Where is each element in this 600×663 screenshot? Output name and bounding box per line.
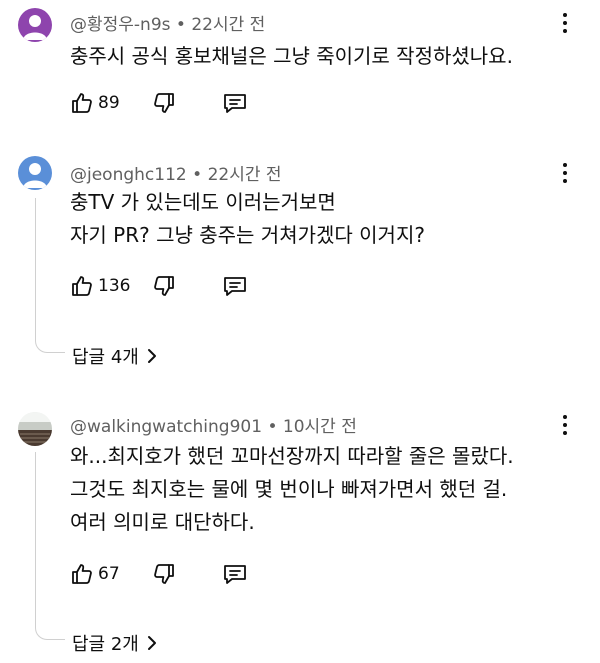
avatar[interactable] — [18, 412, 52, 446]
meta-separator: • — [175, 15, 186, 35]
comment-2: @jeonghc112 • 22시간 전 충TV 가 있는데도 이러는거보면 자… — [0, 150, 600, 385]
more-vertical-icon[interactable] — [558, 159, 572, 187]
comment-time[interactable]: 22시간 전 — [191, 15, 265, 35]
comment-meta: @황정우-n9s • 22시간 전 — [70, 10, 265, 35]
comment-author[interactable]: @황정우-n9s — [70, 15, 171, 35]
reply-button[interactable] — [222, 89, 248, 117]
reply-comment-icon — [224, 565, 246, 584]
like-button[interactable]: 89 — [70, 89, 120, 117]
dislike-button[interactable] — [152, 272, 176, 300]
meta-separator: • — [192, 165, 203, 185]
channel-thumbnail-icon — [18, 412, 52, 446]
comment-text: 충주시 공식 홍보채널은 그냥 죽이기로 작정하셨나요. — [70, 40, 513, 73]
comment-line: 와...최지호가 했던 꼬마선장까지 따라할 줄은 몰랐다. — [70, 444, 514, 468]
reply-comment-icon — [224, 94, 246, 113]
thumbs-up-icon — [72, 564, 92, 584]
comment-time[interactable]: 22시간 전 — [208, 165, 282, 185]
view-replies-button[interactable]: 답글 2개 — [72, 630, 157, 656]
reply-comment-icon — [224, 277, 246, 296]
like-button[interactable]: 67 — [70, 560, 120, 588]
comment-1: @황정우-n9s • 22시간 전 충주시 공식 홍보채널은 그냥 죽이기로 작… — [0, 0, 600, 140]
thumbs-down-icon — [154, 276, 174, 296]
comment-meta: @walkingwatching901 • 10시간 전 — [70, 412, 357, 437]
view-replies-button[interactable]: 답글 4개 — [72, 343, 157, 369]
comment-actions: 136 — [70, 272, 270, 300]
more-vertical-icon[interactable] — [558, 9, 572, 37]
replies-label: 답글 2개 — [72, 634, 139, 655]
avatar[interactable] — [18, 156, 52, 190]
like-count: 67 — [98, 564, 120, 584]
avatar[interactable] — [18, 8, 52, 42]
comment-actions: 67 — [70, 560, 270, 588]
comment-line: 여러 의미로 대단하다. — [70, 510, 255, 534]
reply-button[interactable] — [222, 272, 248, 300]
like-count: 89 — [98, 93, 120, 113]
thumbs-up-icon — [72, 93, 92, 113]
dislike-button[interactable] — [152, 89, 176, 117]
comment-author[interactable]: @jeonghc112 — [70, 165, 187, 185]
meta-separator: • — [267, 417, 278, 437]
dislike-button[interactable] — [152, 560, 176, 588]
comment-author[interactable]: @walkingwatching901 — [70, 417, 262, 437]
user-silhouette-icon — [23, 163, 47, 188]
comment-text: 와...최지호가 했던 꼬마선장까지 따라할 줄은 몰랐다. 그것도 최지호는 … — [70, 440, 514, 539]
chevron-right-icon — [147, 349, 156, 363]
comment-line: 충TV 가 있는데도 이러는거보면 — [70, 190, 336, 214]
comment-meta: @jeonghc112 • 22시간 전 — [70, 160, 282, 185]
replies-label: 답글 4개 — [72, 347, 139, 368]
reply-button[interactable] — [222, 560, 248, 588]
like-count: 136 — [98, 276, 131, 296]
comment-actions: 89 — [70, 89, 270, 117]
thumbs-down-icon — [154, 564, 174, 584]
comment-time[interactable]: 10시간 전 — [283, 417, 357, 437]
comment-3: @walkingwatching901 • 10시간 전 와...최지호가 했던… — [0, 400, 600, 663]
user-silhouette-icon — [23, 15, 47, 40]
like-button[interactable]: 136 — [70, 272, 130, 300]
thumbs-down-icon — [154, 93, 174, 113]
thread-connector — [35, 452, 65, 640]
comment-line: 충주시 공식 홍보채널은 그냥 죽이기로 작정하셨나요. — [70, 44, 513, 68]
thread-connector — [35, 198, 65, 353]
more-vertical-icon[interactable] — [558, 411, 572, 439]
comment-text: 충TV 가 있는데도 이러는거보면 자기 PR? 그냥 충주는 거쳐가겠다 이거… — [70, 186, 425, 252]
chevron-right-icon — [147, 636, 156, 650]
comment-line: 그것도 최지호는 물에 몇 번이나 빠져가면서 했던 걸. — [70, 477, 508, 501]
comment-line: 자기 PR? 그냥 충주는 거쳐가겠다 이거지? — [70, 223, 425, 247]
thumbs-up-icon — [72, 276, 92, 296]
